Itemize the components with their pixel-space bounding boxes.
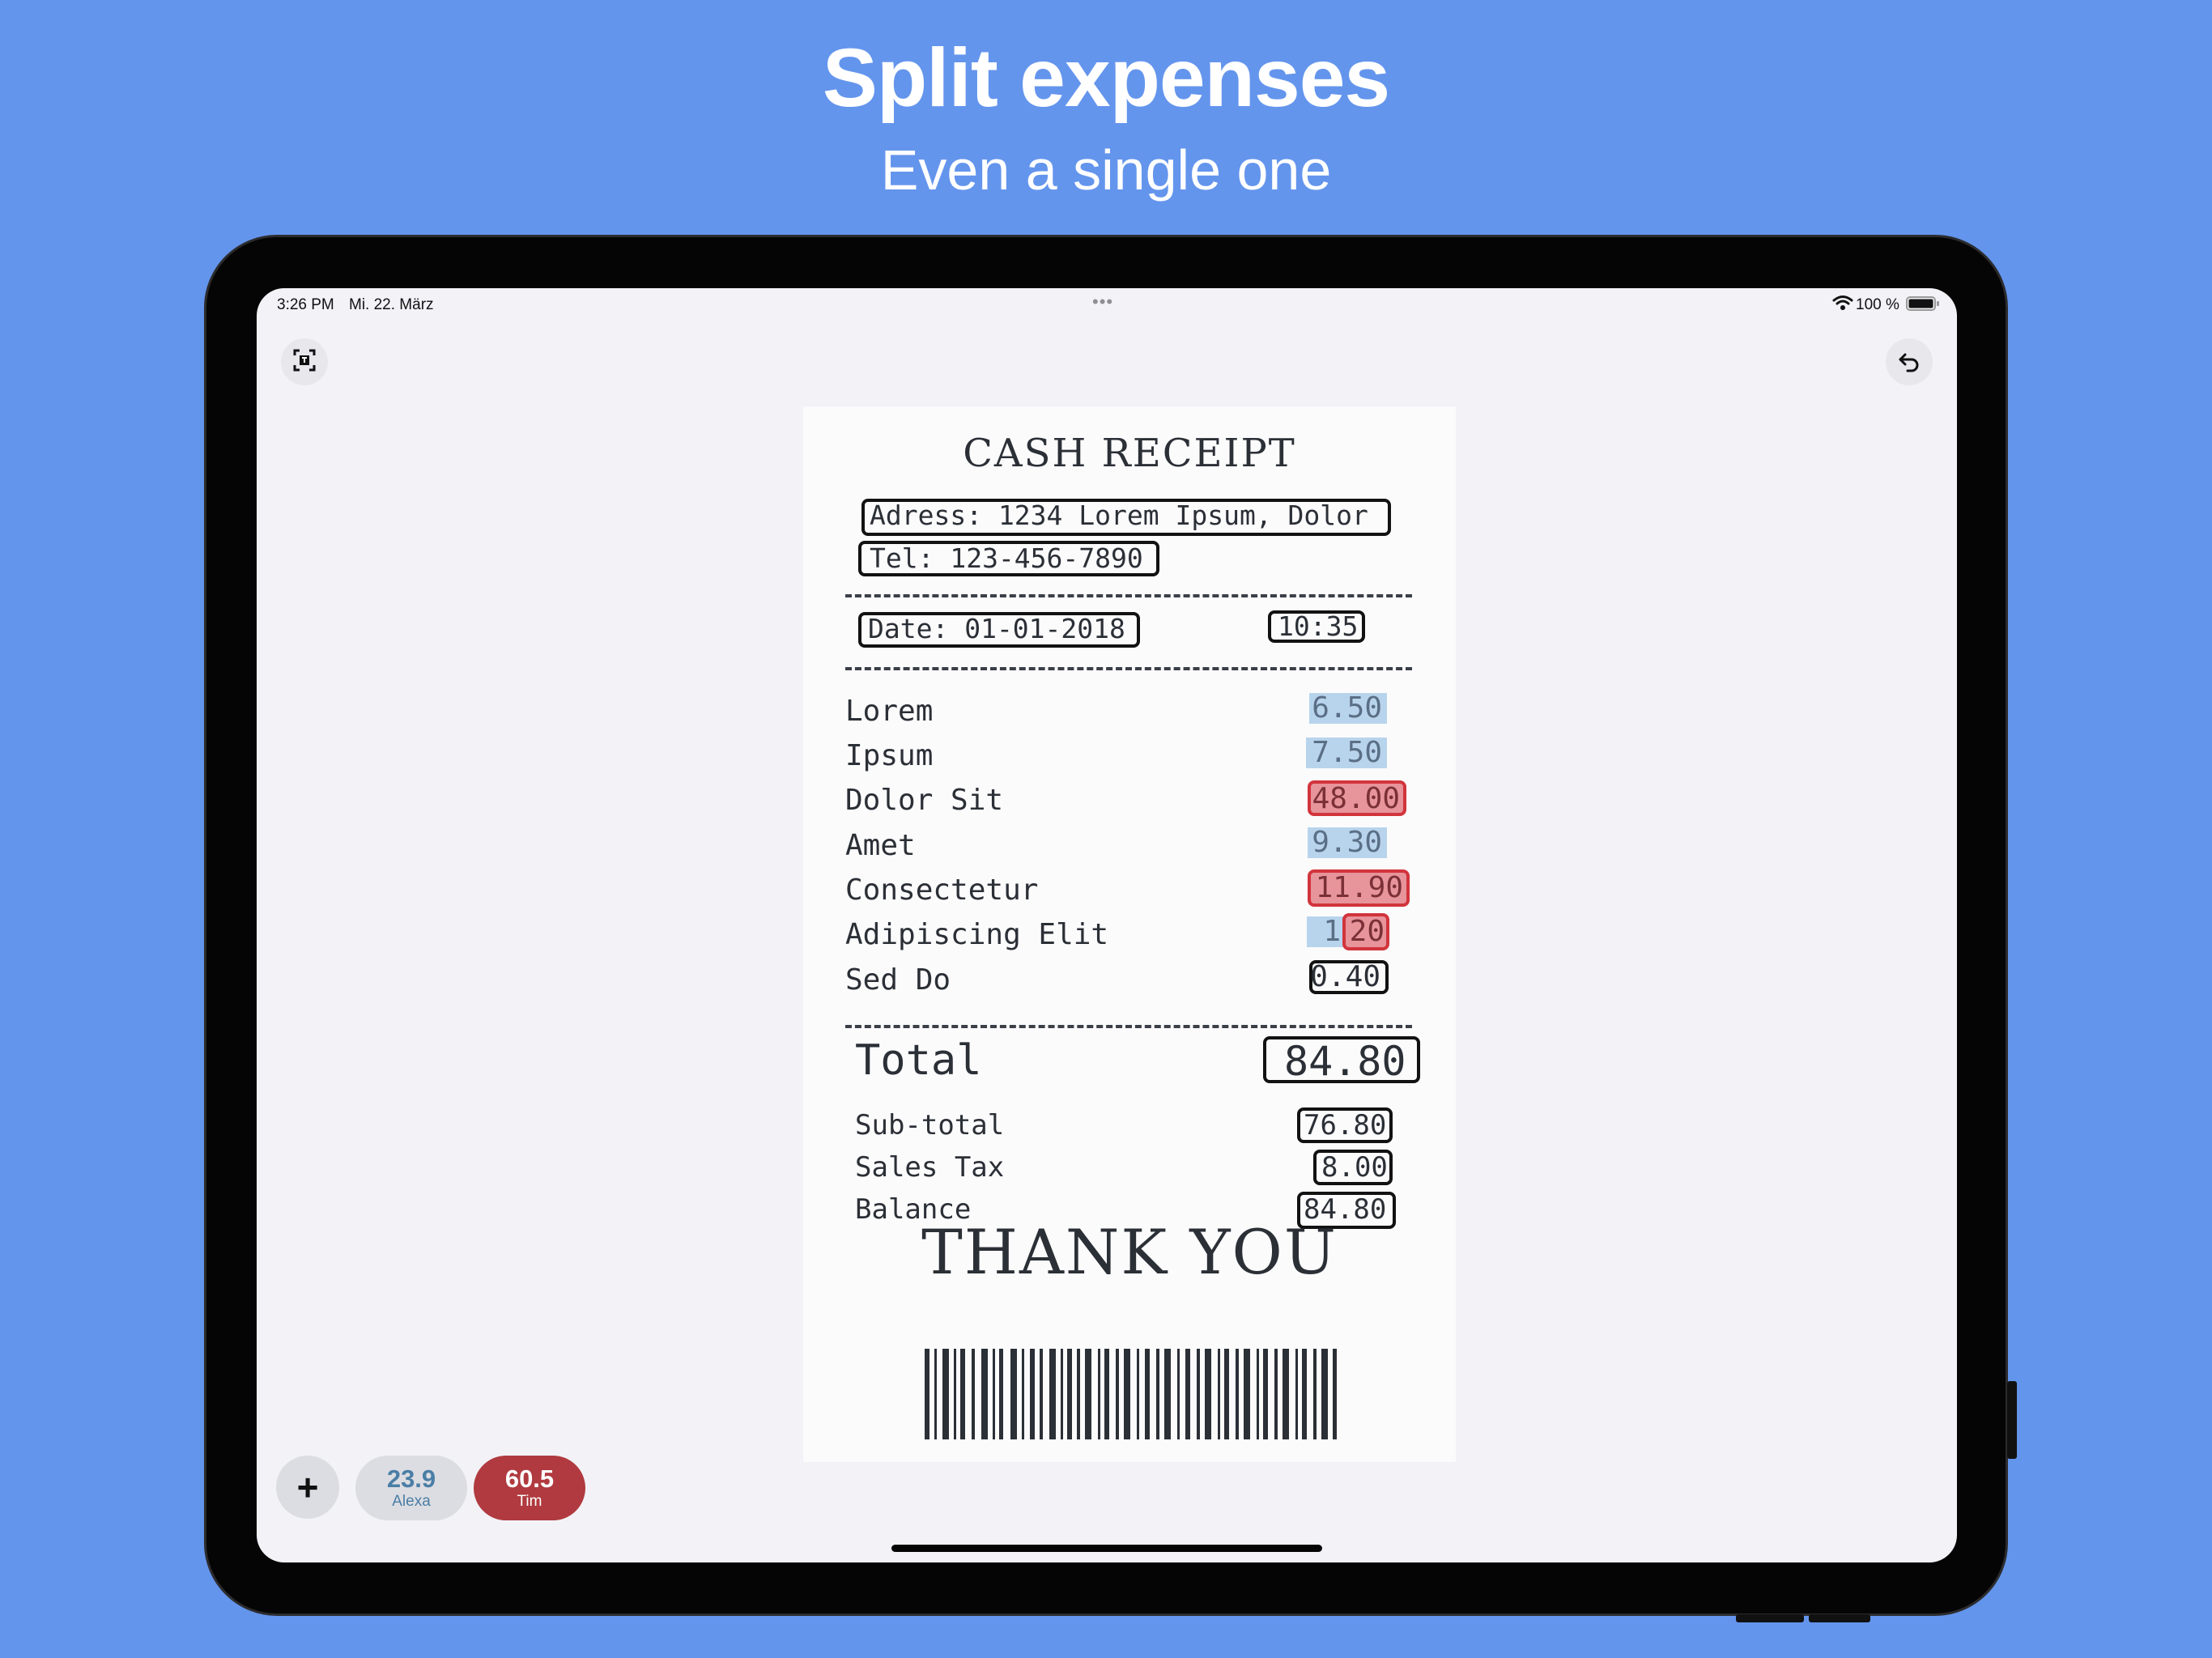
item-amount-tim[interactable]: 48.00 bbox=[1308, 780, 1406, 816]
status-date: Mi. 22. März bbox=[349, 296, 434, 313]
receipt-image: CASH RECEIPT Adress: 1234 Lorem Ipsum, D… bbox=[803, 406, 1456, 1462]
receipt-address: Adress: 1234 Lorem Ipsum, Dolor bbox=[870, 500, 1368, 531]
item-name: Consectetur bbox=[845, 874, 1039, 907]
item-amount-alexa[interactable]: 9.30 bbox=[1308, 827, 1387, 858]
item-amount-alexa-part[interactable]: 1 bbox=[1307, 916, 1346, 947]
receipt-title: CASH RECEIPT bbox=[963, 431, 1296, 476]
item-amount-alexa[interactable]: 7.50 bbox=[1306, 738, 1387, 768]
battery-percent: 100 % bbox=[1856, 296, 1899, 313]
person-name: Tim bbox=[517, 1493, 542, 1510]
promo-title: Split expenses bbox=[822, 32, 1390, 124]
receipt-tel: Tel: 123-456-7890 bbox=[870, 542, 1143, 574]
ipad-volume-down-button bbox=[1809, 1614, 1870, 1622]
divider bbox=[845, 667, 1412, 670]
home-indicator[interactable] bbox=[891, 1545, 1322, 1552]
receipt-time: 10:35 bbox=[1278, 610, 1359, 642]
item-amount-unassigned: 0.40 bbox=[1310, 960, 1380, 993]
receipt-date: Date: 01-01-2018 bbox=[868, 613, 1125, 644]
multitasking-dots[interactable]: ••• bbox=[1092, 291, 1113, 312]
person-chip-tim[interactable]: 60.5 Tim bbox=[474, 1456, 585, 1520]
thank-you-text: THANK YOU bbox=[921, 1216, 1338, 1288]
divider bbox=[845, 594, 1412, 597]
item-name: Dolor Sit bbox=[845, 784, 1004, 817]
undo-icon bbox=[1897, 348, 1921, 376]
battery-icon bbox=[1906, 295, 1940, 316]
scan-text-icon bbox=[292, 348, 317, 376]
plus-icon: + bbox=[296, 1466, 319, 1508]
ipad-side-button bbox=[2007, 1381, 2017, 1459]
person-amount: 23.9 bbox=[386, 1465, 436, 1493]
tax-label: Sales Tax bbox=[855, 1151, 1005, 1184]
item-amount-tim[interactable]: 11.90 bbox=[1308, 869, 1410, 907]
item-amount-alexa[interactable]: 6.50 bbox=[1309, 693, 1387, 724]
person-name: Alexa bbox=[392, 1493, 431, 1510]
item-name: Lorem bbox=[845, 695, 934, 728]
item-name: Ipsum bbox=[845, 739, 934, 772]
add-person-button[interactable]: + bbox=[276, 1456, 339, 1519]
item-name: Adipiscing Elit bbox=[845, 918, 1109, 951]
person-amount: 60.5 bbox=[504, 1465, 555, 1493]
scan-button[interactable] bbox=[281, 338, 328, 385]
wifi-icon bbox=[1832, 295, 1853, 315]
promo-subtitle: Even a single one bbox=[880, 138, 1332, 202]
barcode-image bbox=[925, 1349, 1337, 1439]
status-time: 3:26 PM bbox=[277, 296, 334, 313]
item-amount-tim-part[interactable]: 20 bbox=[1342, 913, 1389, 950]
total-value: 84.80 bbox=[1284, 1038, 1406, 1085]
ipad-volume-up-button bbox=[1736, 1614, 1804, 1622]
item-name: Amet bbox=[845, 829, 916, 862]
app-screen: 3:26 PM Mi. 22. März ••• 100 % CASH RECE… bbox=[257, 288, 1957, 1562]
total-label: Total bbox=[855, 1036, 982, 1085]
undo-button[interactable] bbox=[1886, 338, 1933, 385]
subtotal-value: 76.80 bbox=[1304, 1109, 1387, 1141]
subtotal-label: Sub-total bbox=[855, 1109, 1005, 1141]
item-name: Sed Do bbox=[845, 963, 951, 997]
person-chip-alexa[interactable]: 23.9 Alexa bbox=[355, 1456, 467, 1520]
tax-value: 8.00 bbox=[1321, 1151, 1388, 1184]
divider bbox=[845, 1025, 1412, 1028]
